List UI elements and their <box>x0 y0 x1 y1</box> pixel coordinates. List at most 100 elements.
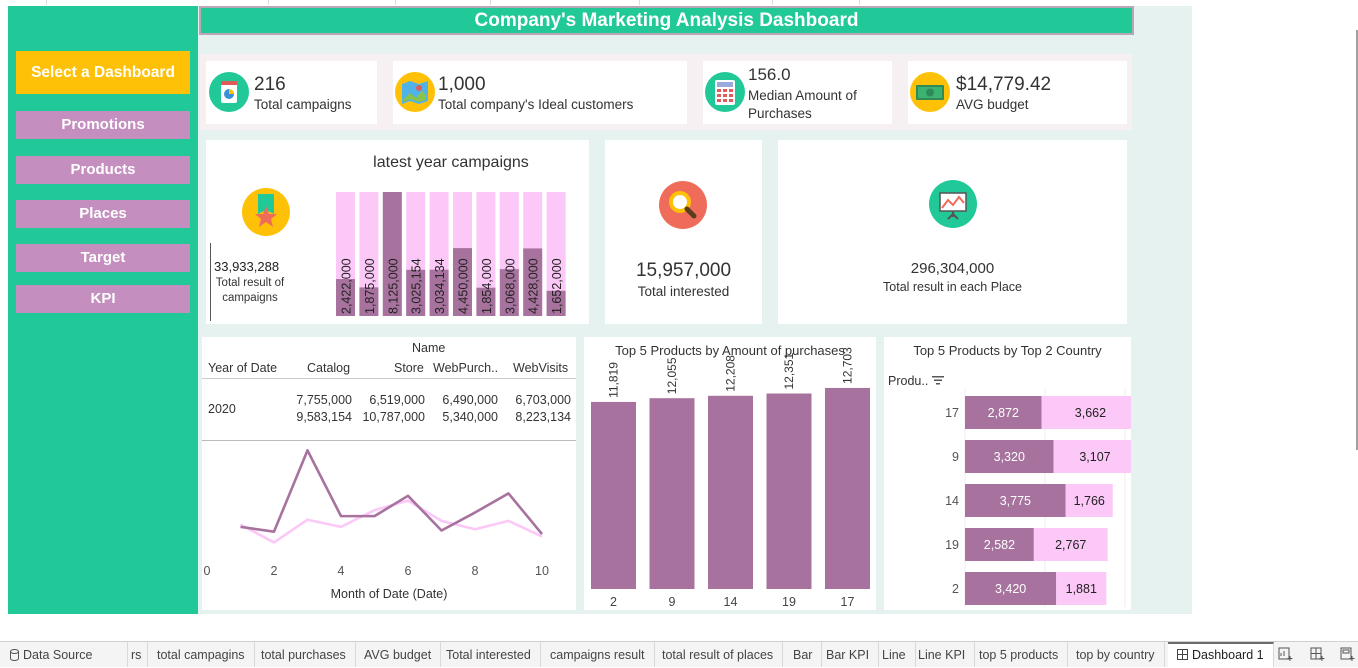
bar <box>708 395 753 589</box>
x-tick-label: 10 <box>535 564 549 578</box>
kpi-card-campaigns[interactable]: 216 Total campaigns <box>206 61 377 124</box>
y-tick-label: 14 <box>945 494 959 508</box>
tab-line-kpi[interactable]: Line KPI <box>909 642 976 667</box>
y-tick-label: 2 <box>952 582 959 596</box>
kpi-card-ideal-customers[interactable]: 1,000 Total company's Ideal customers <box>393 61 687 124</box>
nav-button-promotions[interactable]: Promotions <box>16 111 190 139</box>
bar-value-label: 1,652,000 <box>550 258 564 314</box>
tab-avg-budget[interactable]: AVG budget <box>355 642 442 667</box>
tab-top-5-products[interactable]: top 5 products <box>970 642 1069 667</box>
kpi-label: Total campaigns <box>254 97 352 112</box>
tab-bar-kpi[interactable]: Bar KPI <box>817 642 880 667</box>
top-country-panel: Top 5 Products by Top 2 Country Produ.. … <box>884 337 1131 610</box>
top-country-bar-chart: 2,872 3,662 17 3,320 3,107 9 3,775 1,766 14 2,582… <box>945 389 1131 607</box>
top-products-panel: Top 5 Products by Amount of purchases 11… <box>584 337 876 610</box>
select-dashboard-label: Select a Dashboard <box>16 51 190 94</box>
x-tick-label: 9 <box>669 595 676 609</box>
bar-value-label: 12,208 <box>724 355 738 392</box>
bar-value-label: 3,420 <box>995 582 1026 596</box>
x-tick-label: 2 <box>271 564 278 578</box>
tab-total-result-of-places[interactable]: total result of places <box>653 642 784 667</box>
bar-value-label: 1,854,000 <box>480 258 494 314</box>
x-tick-label: 8 <box>472 564 479 578</box>
bar-value-label: 12,055 <box>665 357 679 394</box>
nav-button-target[interactable]: Target <box>16 244 190 272</box>
bar <box>591 401 636 589</box>
dashboard-icon <box>1177 649 1188 660</box>
x-tick-label: 4 <box>338 564 345 578</box>
interested-value: 15,957,000 <box>635 260 732 281</box>
x-tick-label: 14 <box>724 595 738 609</box>
line-chart-xlabel: Month of Date (Date) <box>330 587 448 601</box>
tab-total-interested[interactable]: Total interested <box>437 642 541 667</box>
bar-value-label: 11,819 <box>607 362 621 398</box>
campaigns-bar-chart: 2,422,000 1,875,000 8,125,000 3,025,154 3,03… <box>336 192 566 316</box>
tab-total-campagins[interactable]: total campagins <box>148 642 255 667</box>
kpi-value: 156.0 <box>748 65 791 84</box>
x-tick-label: 2 <box>610 595 617 609</box>
x-tick-label: 0 <box>204 564 211 578</box>
kpi-value: 1,000 <box>438 74 486 95</box>
presentation-icon <box>929 180 977 228</box>
y-tick-label: 19 <box>945 538 959 552</box>
tab-label: Data Source <box>23 648 93 662</box>
interested-label: Total interested <box>637 284 730 299</box>
tab-dashboard-1[interactable]: Dashboard 1 <box>1168 642 1274 667</box>
kpi-card-avg-budget[interactable]: $14,779.42 AVG budget <box>908 61 1127 124</box>
dashboard-title: Company's Marketing Analysis Dashboard <box>199 6 1134 35</box>
pie-chart-icon <box>209 72 249 112</box>
nav-button-kpi[interactable]: KPI <box>16 285 190 313</box>
bar-value-label: 3,662 <box>1075 406 1106 420</box>
new-worksheet-icon[interactable] <box>1278 647 1293 662</box>
nav-button-places[interactable]: Places <box>16 200 190 228</box>
bar-value-label: 3,107 <box>1079 450 1110 464</box>
bar <box>825 387 870 589</box>
y-tick-label: 17 <box>945 406 959 420</box>
bar-value-label: 1,875,000 <box>363 258 377 314</box>
monthly-line-chart: 0 2 4 6 8 10 <box>204 449 549 578</box>
x-tick-label: 17 <box>841 595 855 609</box>
bar-value-label: 3,320 <box>994 450 1025 464</box>
bar <box>766 393 812 589</box>
table-line-panel: Name Year of Date Catalog Store WebPurch… <box>202 337 576 610</box>
places-panel: 296,304,000 Total result in each Place <box>778 140 1127 324</box>
tab-label: Dashboard 1 <box>1192 648 1264 662</box>
series-line <box>240 449 544 535</box>
bar-value-label: 12,703 <box>841 347 855 384</box>
interested-panel: 15,957,000 Total interested <box>605 140 762 324</box>
kpi-card-median-purchases[interactable]: 156.0 Median Amount of Purchases <box>703 61 892 124</box>
tab-top-by-country[interactable]: top by country <box>1067 642 1165 667</box>
bar-value-label: 3,025,154 <box>410 258 424 314</box>
bar-value-label: 2,767 <box>1055 538 1086 552</box>
new-story-icon[interactable] <box>1340 647 1355 662</box>
x-tick-label: 19 <box>782 595 796 609</box>
calculator-icon <box>705 72 745 112</box>
bar-value-label: 2,872 <box>988 406 1019 420</box>
bar-value-label: 2,582 <box>984 538 1015 552</box>
places-value: 296,304,000 <box>910 260 995 277</box>
campaigns-panel: latest year campaigns 33,933,288 Total r… <box>206 140 589 324</box>
places-label: Total result in each Place <box>883 280 1022 294</box>
new-dashboard-icon[interactable] <box>1310 647 1325 662</box>
top-products-bar-chart: 11,819 2 12,055 9 12,208 14 12,351 19 12,703 17 <box>591 347 870 609</box>
magnifier-icon <box>659 181 707 229</box>
bar <box>649 398 695 589</box>
bar-value-label: 3,034,134 <box>433 258 447 314</box>
bar-value-label: 8,125,000 <box>386 258 400 314</box>
money-icon <box>910 72 950 112</box>
y-tick-label: 9 <box>952 450 959 464</box>
database-icon <box>10 649 19 661</box>
bar-value-label: 4,428,000 <box>527 258 541 314</box>
nav-button-products[interactable]: Products <box>16 156 190 184</box>
bar-value-label: 1,766 <box>1074 494 1105 508</box>
kpi-value: $14,779.42 <box>956 74 1052 95</box>
tab-total-purchases[interactable]: total purchases <box>252 642 356 667</box>
bar-value-label: 1,881 <box>1066 582 1097 596</box>
bar-value-label: 2,422,000 <box>340 258 354 314</box>
tab-campaigns-result[interactable]: campaigns result <box>541 642 655 667</box>
bar-value-label: 3,068,000 <box>503 258 517 314</box>
tab-data-source[interactable]: Data Source <box>0 642 128 667</box>
x-tick-label: 6 <box>405 564 412 578</box>
tab-partial[interactable]: rs <box>128 642 148 667</box>
bar-value-label: 12,351 <box>782 352 796 389</box>
